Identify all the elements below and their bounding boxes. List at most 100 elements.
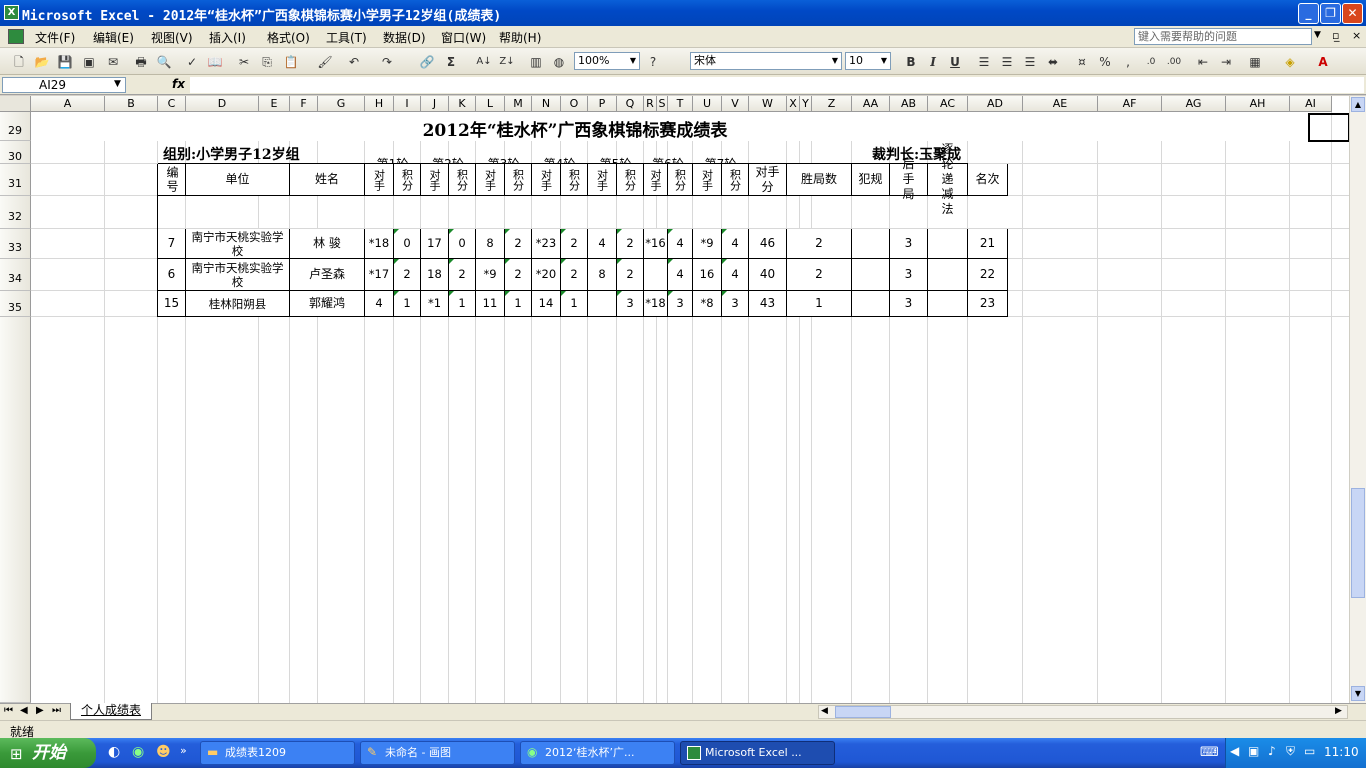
player-foul[interactable] xyxy=(852,259,890,291)
sort-ascending-icon[interactable]: A↓ xyxy=(475,53,493,71)
player-points[interactable]: 1 xyxy=(561,291,588,317)
display-icon[interactable]: ▭ xyxy=(1304,744,1315,758)
header-opponent[interactable]: 对手 xyxy=(421,164,449,196)
zoom-select[interactable]: 100% ▼ xyxy=(574,52,640,70)
column-header[interactable]: J xyxy=(421,96,449,112)
column-header[interactable]: B xyxy=(105,96,158,112)
player-rank[interactable]: 23 xyxy=(968,291,1008,317)
row-header[interactable]: 29 xyxy=(0,112,31,141)
column-header[interactable]: AE xyxy=(1023,96,1098,112)
player-opp-score[interactable]: 46 xyxy=(749,229,787,259)
player-points[interactable]: 3 xyxy=(617,291,644,317)
header-opponent[interactable]: 对手 xyxy=(476,164,505,196)
column-header[interactable]: P xyxy=(588,96,617,112)
player-gradual[interactable] xyxy=(928,229,968,259)
paste-icon[interactable]: 📋 xyxy=(282,53,300,71)
player-second[interactable]: 3 xyxy=(890,229,928,259)
menu-insert[interactable]: 插入(I) xyxy=(209,29,246,46)
italic-icon[interactable]: I xyxy=(924,53,942,71)
row-header[interactable]: 32 xyxy=(0,196,31,229)
column-header[interactable]: AD xyxy=(968,96,1023,112)
header-points[interactable]: 积分 xyxy=(561,164,588,196)
group-label[interactable]: 组别:小学男子12岁组 xyxy=(163,144,300,164)
player-points[interactable]: 4 xyxy=(668,259,693,291)
scroll-up-button[interactable]: ▲ xyxy=(1351,97,1365,112)
player-points[interactable]: 2 xyxy=(561,229,588,259)
autosum-icon[interactable]: Σ xyxy=(442,53,460,71)
player-opponent[interactable]: *9 xyxy=(476,259,505,291)
player-opp-score[interactable]: 40 xyxy=(749,259,787,291)
header-points[interactable]: 积分 xyxy=(449,164,476,196)
security-icon[interactable]: ⛨ xyxy=(1286,744,1295,759)
header-opp-score[interactable]: 对手分 xyxy=(749,164,787,196)
column-header[interactable]: Y xyxy=(800,96,812,112)
header-unit[interactable]: 单位 xyxy=(186,164,290,196)
name-box-dropdown-icon[interactable]: ▼ xyxy=(114,79,121,89)
minimize-button[interactable]: _ xyxy=(1298,3,1319,24)
last-sheet-icon[interactable]: ⏭ xyxy=(52,705,61,716)
copy-icon[interactable]: ⎘ xyxy=(258,53,276,71)
scroll-left-button[interactable]: ◀ xyxy=(821,706,828,716)
column-header[interactable]: U xyxy=(693,96,722,112)
header-foul[interactable]: 犯规 xyxy=(852,164,890,196)
row-header[interactable]: 31 xyxy=(0,164,31,196)
player-no[interactable]: 15 xyxy=(158,291,186,317)
player-points[interactable]: 1 xyxy=(505,291,532,317)
player-opponent[interactable]: 14 xyxy=(532,291,561,317)
column-header[interactable]: N xyxy=(532,96,561,112)
column-header[interactable]: X xyxy=(787,96,800,112)
player-opponent[interactable]: 18 xyxy=(421,259,449,291)
column-header[interactable]: A xyxy=(31,96,105,112)
print-icon[interactable]: 🖶 xyxy=(132,53,150,71)
restore-button[interactable]: ❐ xyxy=(1320,3,1341,24)
player-opponent[interactable] xyxy=(588,291,617,317)
percent-icon[interactable]: % xyxy=(1096,53,1114,71)
player-opponent[interactable]: *16 xyxy=(644,229,668,259)
player-points[interactable]: 4 xyxy=(722,259,749,291)
player-foul[interactable] xyxy=(852,291,890,317)
player-name[interactable]: 郭耀鸿 xyxy=(290,291,365,317)
player-points[interactable]: 2 xyxy=(394,259,421,291)
player-points[interactable]: 3 xyxy=(722,291,749,317)
player-opponent[interactable]: *18 xyxy=(644,291,668,317)
redo-icon[interactable]: ↷ xyxy=(378,53,396,71)
open-icon[interactable]: 📂 xyxy=(33,53,51,71)
formula-input[interactable] xyxy=(190,77,1364,93)
header-points[interactable]: 积分 xyxy=(722,164,749,196)
player-opponent[interactable]: *9 xyxy=(693,229,722,259)
task-paint[interactable]: 未命名 - 画图 xyxy=(360,741,515,765)
help-search-input[interactable]: 键入需要帮助的问题 xyxy=(1134,28,1312,45)
active-cell-cursor[interactable] xyxy=(1308,113,1349,142)
player-opponent[interactable]: 8 xyxy=(476,229,505,259)
player-opponent[interactable]: 16 xyxy=(693,259,722,291)
increase-indent-icon[interactable]: ⇥ xyxy=(1217,53,1235,71)
header-gradual[interactable]: 逐轮递减法 xyxy=(928,142,968,216)
player-rank[interactable]: 22 xyxy=(968,259,1008,291)
prev-sheet-icon[interactable]: ◀ xyxy=(20,705,28,716)
menu-format[interactable]: 格式(O) xyxy=(267,29,310,46)
player-points[interactable]: 2 xyxy=(617,259,644,291)
underline-icon[interactable]: U xyxy=(946,53,964,71)
spelling-icon[interactable]: ✓ xyxy=(183,53,201,71)
player-wins[interactable]: 2 xyxy=(787,229,852,259)
menu-edit[interactable]: 编辑(E) xyxy=(93,29,134,46)
header-opponent[interactable]: 对手 xyxy=(532,164,561,196)
header-opponent[interactable]: 对手 xyxy=(693,164,722,196)
column-header[interactable]: Q xyxy=(617,96,644,112)
select-all-corner[interactable] xyxy=(0,96,31,112)
column-header[interactable]: V xyxy=(722,96,749,112)
player-opponent[interactable]: *20 xyxy=(532,259,561,291)
align-right-icon[interactable]: ☰ xyxy=(1021,53,1039,71)
quicklaunch-browser-icon[interactable]: ◉ xyxy=(132,744,144,760)
column-header[interactable]: AC xyxy=(928,96,968,112)
row-header[interactable]: 35 xyxy=(0,291,31,317)
task-excel[interactable]: Microsoft Excel ... xyxy=(680,741,835,765)
column-header[interactable]: G xyxy=(318,96,365,112)
column-header[interactable]: D xyxy=(186,96,259,112)
player-opponent[interactable]: *17 xyxy=(365,259,394,291)
column-header[interactable]: AA xyxy=(852,96,890,112)
chart-wizard-icon[interactable]: ▥ xyxy=(527,53,545,71)
sheet-tab-active[interactable]: 个人成绩表 xyxy=(70,703,152,720)
column-header[interactable]: O xyxy=(561,96,588,112)
comma-icon[interactable]: , xyxy=(1119,53,1137,71)
